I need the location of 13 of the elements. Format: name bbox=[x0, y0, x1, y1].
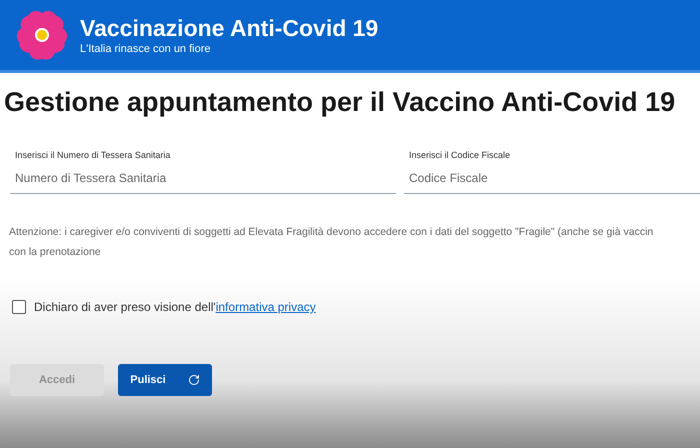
field-label: Inserisci il Numero di Tessera Sanitaria bbox=[14, 149, 172, 161]
privacy-text: Dichiaro di aver preso visione dell'informativa privacy bbox=[34, 299, 316, 316]
header-title: Vaccinazione Anti-Covid 19 bbox=[80, 14, 378, 42]
page-title: Gestione appuntamento per il Vaccino Anti-Covid 19 bbox=[4, 86, 676, 119]
privacy-link[interactable]: informativa privacy bbox=[216, 300, 316, 314]
input-field[interactable]: Numero di Tessera Sanitaria bbox=[10, 169, 396, 194]
field-label: Inserisci il Codice Fiscale bbox=[408, 149, 512, 161]
refresh-icon bbox=[188, 374, 200, 386]
notice-text: Attenzione: i caregiver e/o conviventi di soggetti ad Elevata Fragilità devono accedere con i dati del soggetto "Fragile" (anche se già vaccin con la prenotazione bbox=[9, 225, 654, 260]
input-field[interactable]: Codice Fiscale bbox=[404, 169, 700, 194]
clear-button[interactable]: Pulisci bbox=[118, 364, 212, 396]
privacy-checkbox[interactable] bbox=[12, 300, 26, 314]
header-subtitle: L'Italia rinasce con un fiore bbox=[80, 42, 212, 56]
